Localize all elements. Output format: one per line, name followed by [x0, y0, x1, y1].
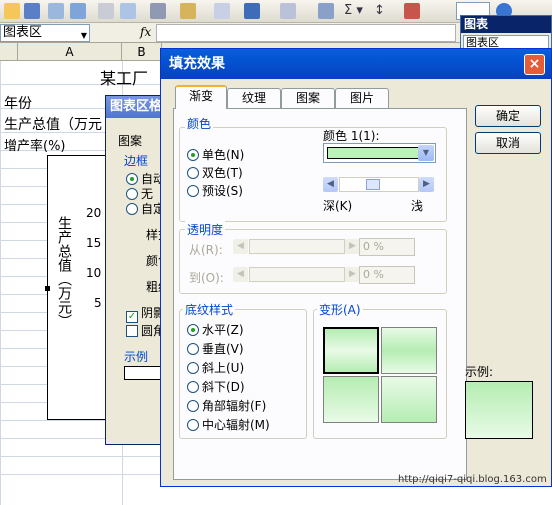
color1-swatch [327, 147, 420, 159]
paste-icon[interactable] [180, 3, 196, 19]
from-left-arrow-icon[interactable]: ◀ [233, 239, 248, 254]
chart-toolbar-title: 图表 [461, 16, 551, 33]
new-icon[interactable] [4, 3, 20, 19]
variant-1[interactable] [323, 327, 379, 374]
fx-icon[interactable]: fx [140, 25, 151, 39]
variants-group-label: 变形(A) [317, 301, 363, 318]
dialog-title: 填充效果 [161, 49, 551, 79]
column-header-a[interactable]: A [18, 43, 122, 61]
light-label: 浅 [411, 199, 424, 213]
hyperlink-icon[interactable] [318, 3, 334, 19]
fill-effects-dialog: 填充效果 × 渐变 纹理 图案 图片 颜色 单色(N) 双色(T) 预设(S) … [160, 48, 552, 487]
chart-area-format-dialog: 图表区格式 图案 边框 自动 无 自定 样式 颜色 粗细 ✓阴影 圆角 示例 [105, 95, 184, 445]
row-label-growth[interactable]: 增产率(%) [4, 135, 66, 154]
light-arrow-icon[interactable]: ▶ [419, 177, 434, 192]
print-preview-icon[interactable] [120, 3, 136, 19]
name-box-value: 图表区 [3, 25, 43, 40]
two-colors-radio[interactable]: 双色(T) [187, 164, 243, 181]
chevron-down-icon[interactable]: ▼ [418, 145, 434, 161]
to-percent-input[interactable]: 0 % [359, 266, 415, 284]
ok-button[interactable]: 确定 [475, 105, 541, 127]
to-right-arrow-icon[interactable]: ▶ [345, 267, 360, 282]
shading-group-label: 底纹样式 [183, 301, 236, 318]
watermark: http://qiqi7-qiqi.blog.163.com [398, 474, 547, 485]
format-painter-icon[interactable] [214, 3, 230, 19]
cancel-button[interactable]: 取消 [475, 132, 541, 154]
sort-icon[interactable]: ↕ [374, 3, 385, 18]
variant-4[interactable] [381, 376, 437, 423]
from-slider[interactable] [249, 239, 345, 254]
from-right-arrow-icon[interactable]: ▶ [345, 239, 360, 254]
preset-radio[interactable]: 预设(S) [187, 182, 243, 199]
diagonal-up-radio[interactable]: 斜上(U) [187, 359, 244, 376]
mail-icon[interactable] [70, 3, 86, 19]
chart-wizard-icon[interactable] [404, 3, 420, 19]
slider-thumb[interactable] [366, 179, 380, 190]
chart-tick-label: 20 [86, 206, 102, 220]
tab-texture[interactable]: 纹理 [227, 88, 281, 108]
from-corner-radio[interactable]: 角部辐射(F) [187, 397, 266, 414]
horizontal-radio[interactable]: 水平(Z) [187, 321, 244, 338]
row-label-year[interactable]: 年份 [4, 93, 32, 113]
color1-label: 颜色 1(1): [323, 129, 380, 143]
title-cell[interactable]: 某工厂 [100, 65, 148, 89]
from-percent-input[interactable]: 0 % [359, 238, 415, 256]
chart-tick-label: 5 [94, 296, 102, 310]
undo-icon[interactable] [244, 3, 260, 19]
chart-tick-label: 10 [86, 266, 102, 280]
variant-3[interactable] [323, 376, 379, 423]
tab-gradient[interactable]: 渐变 [175, 85, 227, 109]
chart-tick-label: 15 [86, 236, 102, 250]
diagonal-down-radio[interactable]: 斜下(D) [187, 378, 245, 395]
from-label: 从(R): [189, 243, 223, 257]
color1-select[interactable]: ▼ [323, 143, 436, 163]
corner-select[interactable] [0, 43, 18, 61]
print-icon[interactable] [98, 3, 114, 19]
tab-picture[interactable]: 图片 [335, 88, 389, 108]
dark-light-slider[interactable] [339, 177, 419, 192]
permission-icon[interactable] [48, 3, 64, 19]
redo-icon[interactable] [280, 3, 296, 19]
save-icon[interactable] [24, 3, 40, 19]
close-icon[interactable]: × [524, 54, 545, 75]
transparency-group-label: 透明度 [185, 221, 226, 238]
cut-icon[interactable] [150, 3, 166, 19]
colors-group-label: 颜色 [185, 115, 214, 132]
autosum-icon[interactable]: Σ ▾ [344, 3, 363, 18]
sample-label-bg: 示例 [124, 350, 149, 364]
chart-toolbar: 图表 图表区 [460, 15, 552, 51]
vertical-radio[interactable]: 垂直(V) [187, 340, 244, 357]
row-label-output[interactable]: 生产总值（万元 [4, 114, 102, 134]
border-group-label: 边框 [124, 154, 149, 168]
sample-label: 示例: [465, 365, 494, 379]
chevron-down-icon[interactable]: ▼ [81, 28, 87, 44]
one-color-radio[interactable]: 单色(N) [187, 146, 244, 163]
variant-2[interactable] [381, 327, 437, 374]
name-box[interactable]: 图表区 ▼ [0, 24, 90, 42]
dark-label: 深(K) [323, 199, 353, 213]
tab-pattern[interactable]: 图案 [281, 88, 335, 108]
formula-input[interactable] [156, 24, 456, 42]
chart-area-dialog-title: 图表区格式 [106, 96, 164, 118]
dark-arrow-icon[interactable]: ◀ [323, 177, 338, 192]
to-left-arrow-icon[interactable]: ◀ [233, 267, 248, 282]
sample-preview [465, 381, 533, 439]
chart-y-axis-title: 生产总值（万元） [56, 216, 72, 328]
to-slider[interactable] [249, 267, 345, 282]
chart-resize-handle[interactable] [45, 286, 50, 291]
from-center-radio[interactable]: 中心辐射(M) [187, 416, 270, 433]
to-label: 到(O): [189, 271, 224, 285]
column-header-b[interactable]: B [122, 43, 162, 61]
tab-pattern-bg[interactable]: 图案 [118, 132, 142, 149]
